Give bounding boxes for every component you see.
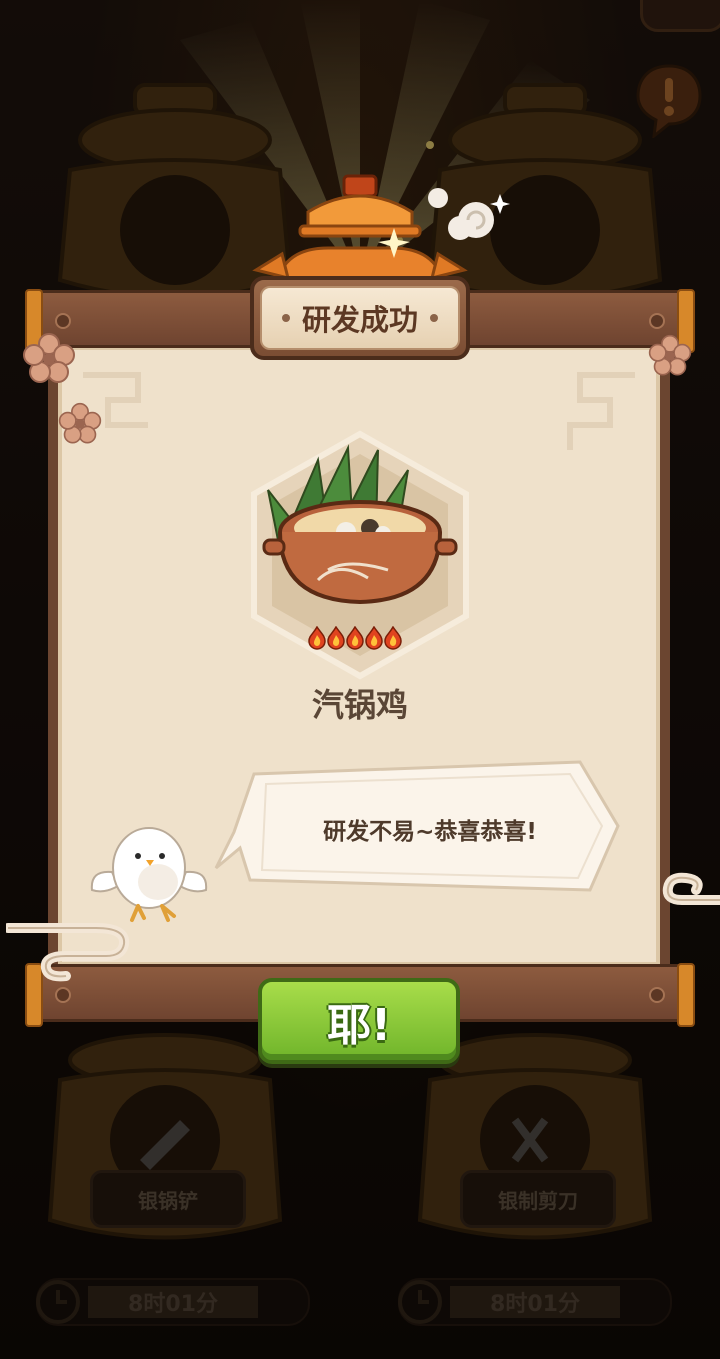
flower-ornament-icon [58, 402, 102, 444]
title-dot-left [281, 314, 290, 322]
confirm-yay-button[interactable]: 耶! [258, 978, 460, 1064]
cloud-ornament-right [662, 872, 720, 905]
flame-icon [365, 626, 383, 650]
steam-cloud-icon [428, 188, 510, 240]
flower-ornament-icon [648, 334, 692, 376]
flame-icon [327, 626, 345, 650]
cloud-ornament-left [6, 923, 130, 982]
flower-ornament-icon [23, 333, 75, 383]
title-dot-right [430, 314, 438, 322]
dish-name: 汽锅鸡 [311, 686, 408, 724]
lattice-ornament-right [567, 372, 635, 450]
steam-pot-chicken-dish-icon [262, 444, 458, 605]
flame-icon [308, 626, 326, 650]
flame-icon [346, 626, 364, 650]
speech-text: 研发不易~恭喜恭喜! [323, 819, 537, 845]
flame-icon [384, 626, 402, 650]
chick-mascot-icon [90, 827, 208, 922]
dialog-title: 研发成功 [301, 303, 418, 337]
rating-flames [308, 626, 403, 650]
dialog-title-plate: 研发成功 [250, 276, 470, 360]
